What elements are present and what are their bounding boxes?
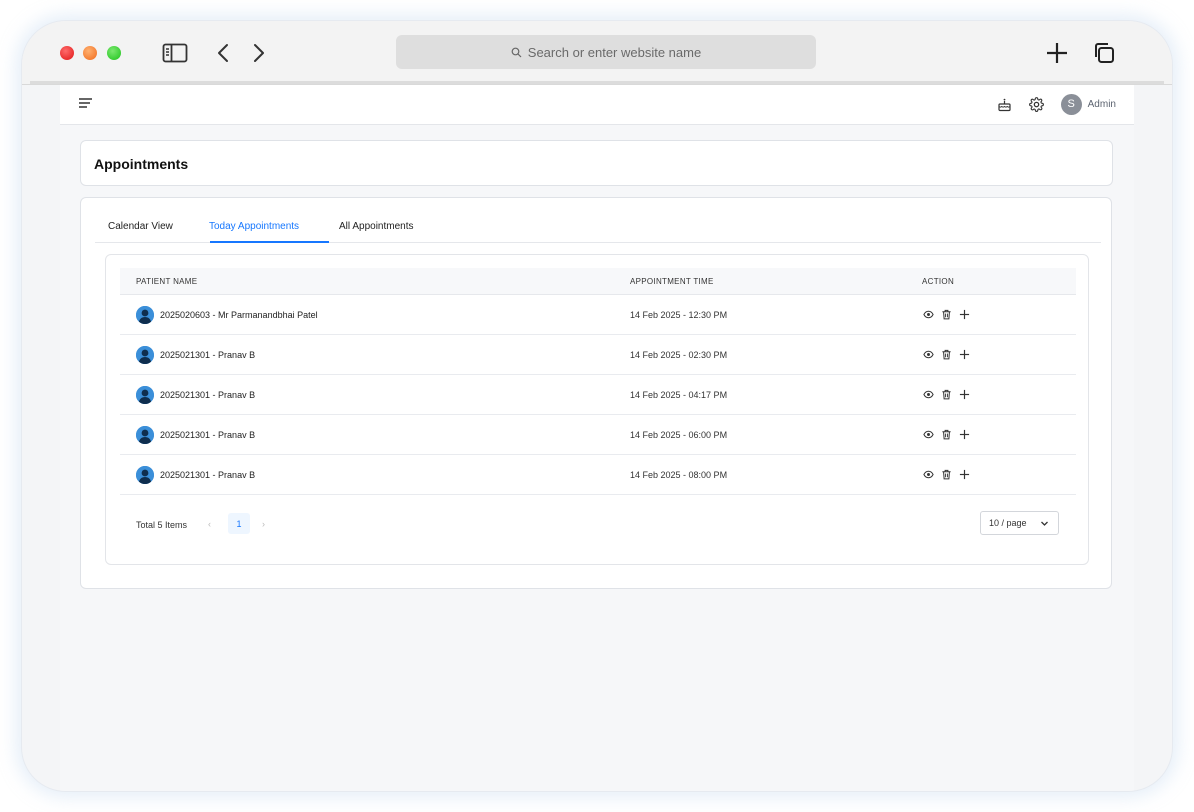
appointment-time: 14 Feb 2025 - 12:30 PM xyxy=(630,310,728,320)
row-actions xyxy=(922,388,976,400)
address-placeholder: Search or enter website name xyxy=(527,44,702,60)
table-row: 2025021301 - Pranav B 14 Feb 2025 - 04:17… xyxy=(120,375,1076,415)
tab-all-appointments[interactable]: All Appointments xyxy=(339,221,414,232)
hamburger-menu-icon[interactable] xyxy=(78,96,94,110)
table-row: 2025021301 - Pranav B 14 Feb 2025 - 06:00… xyxy=(120,415,1076,455)
table-row: 2025020603 - Mr Parmanandbhai Patel 14 Fe… xyxy=(120,295,1076,335)
trash-icon[interactable] xyxy=(940,428,952,440)
page-number-button[interactable]: 1 xyxy=(228,513,250,534)
table-header: PATIENT NAME APPOINTMENT TIME ACTION xyxy=(120,268,1076,295)
eye-icon[interactable] xyxy=(922,468,934,480)
tabs-overview-icon[interactable] xyxy=(1090,39,1118,67)
column-header-appointment-time: APPOINTMENT TIME xyxy=(630,277,714,286)
topbar-actions: S Admin xyxy=(983,92,1116,116)
page-size-select[interactable]: 10 / page xyxy=(980,511,1059,535)
chevron-down-icon xyxy=(1041,521,1048,526)
patient-avatar-icon xyxy=(136,466,154,484)
patient-name: 2025021301 - Pranav B xyxy=(160,430,256,440)
appointment-tabs: Calendar View Today Appointments All App… xyxy=(95,198,1101,243)
forward-arrow-icon[interactable] xyxy=(245,39,273,67)
birthday-cake-icon[interactable] xyxy=(995,94,1015,114)
browser-toolbar: Search or enter website name xyxy=(22,21,1172,85)
patient-avatar-icon xyxy=(136,306,154,324)
page-header-card: Appointments xyxy=(80,140,1113,186)
toolbar-divider xyxy=(30,81,1164,84)
row-actions xyxy=(922,308,976,320)
trash-icon[interactable] xyxy=(940,308,952,320)
eye-icon[interactable] xyxy=(922,348,934,360)
active-tab-indicator xyxy=(210,241,329,243)
eye-icon[interactable] xyxy=(922,388,934,400)
close-window-button[interactable] xyxy=(60,46,74,60)
column-header-patient-name: PATIENT NAME xyxy=(136,277,198,286)
appointment-time: 14 Feb 2025 - 02:30 PM xyxy=(630,350,728,360)
patient-name: 2025021301 - Pranav B xyxy=(160,350,256,360)
appointment-time: 14 Feb 2025 - 04:17 PM xyxy=(630,390,728,400)
appointment-time: 14 Feb 2025 - 06:00 PM xyxy=(630,430,728,440)
maximize-window-button[interactable] xyxy=(107,46,121,60)
row-actions xyxy=(922,348,976,360)
page-size-value: 10 / page xyxy=(989,518,1027,528)
column-header-action: ACTION xyxy=(922,277,955,286)
settings-gear-icon[interactable] xyxy=(1027,94,1047,114)
back-arrow-icon[interactable] xyxy=(209,39,237,67)
trash-icon[interactable] xyxy=(940,348,952,360)
patient-name: 2025021301 - Pranav B xyxy=(160,390,256,400)
address-bar[interactable]: Search or enter website name xyxy=(396,35,816,69)
sidebar-toggle-icon[interactable] xyxy=(161,39,189,67)
trash-icon[interactable] xyxy=(940,388,952,400)
tab-today-appointments[interactable]: Today Appointments xyxy=(209,221,299,232)
appointments-card: Calendar View Today Appointments All App… xyxy=(80,197,1112,589)
next-page-chevron-icon[interactable]: › xyxy=(262,519,265,529)
user-avatar[interactable]: S xyxy=(1060,93,1082,115)
browser-window: Search or enter website name S Admin App… xyxy=(22,21,1172,791)
new-tab-plus-icon[interactable] xyxy=(1043,39,1071,67)
minimize-window-button[interactable] xyxy=(83,46,97,60)
search-icon xyxy=(511,47,522,57)
table-row: 2025021301 - Pranav B 14 Feb 2025 - 02:30… xyxy=(120,335,1076,375)
appointment-time: 14 Feb 2025 - 08:00 PM xyxy=(630,470,728,480)
plus-icon[interactable] xyxy=(958,348,970,360)
row-actions xyxy=(922,428,976,440)
user-name[interactable]: Admin xyxy=(1088,99,1116,110)
plus-icon[interactable] xyxy=(958,388,970,400)
patient-name: 2025020603 - Mr Parmanandbhai Patel xyxy=(160,310,318,320)
patient-avatar-icon xyxy=(136,426,154,444)
tab-calendar-view[interactable]: Calendar View xyxy=(108,221,173,232)
trash-icon[interactable] xyxy=(940,468,952,480)
patient-avatar-icon xyxy=(136,386,154,404)
eye-icon[interactable] xyxy=(922,308,934,320)
row-actions xyxy=(922,468,976,480)
patient-avatar-icon xyxy=(136,346,154,364)
plus-icon[interactable] xyxy=(958,428,970,440)
table-row: 2025021301 - Pranav B 14 Feb 2025 - 08:00… xyxy=(120,455,1076,495)
page-title: Appointments xyxy=(94,156,189,172)
total-items: Total 5 Items xyxy=(136,520,188,530)
app-content: S Admin Appointments Calendar View Today… xyxy=(60,85,1134,791)
eye-icon[interactable] xyxy=(922,428,934,440)
plus-icon[interactable] xyxy=(958,308,970,320)
patient-name: 2025021301 - Pranav B xyxy=(160,470,256,480)
prev-page-chevron-icon[interactable]: ‹ xyxy=(208,519,211,529)
appointments-table-panel: PATIENT NAME APPOINTMENT TIME ACTION 202… xyxy=(105,254,1089,565)
app-topbar: S Admin xyxy=(60,85,1134,125)
plus-icon[interactable] xyxy=(958,468,970,480)
